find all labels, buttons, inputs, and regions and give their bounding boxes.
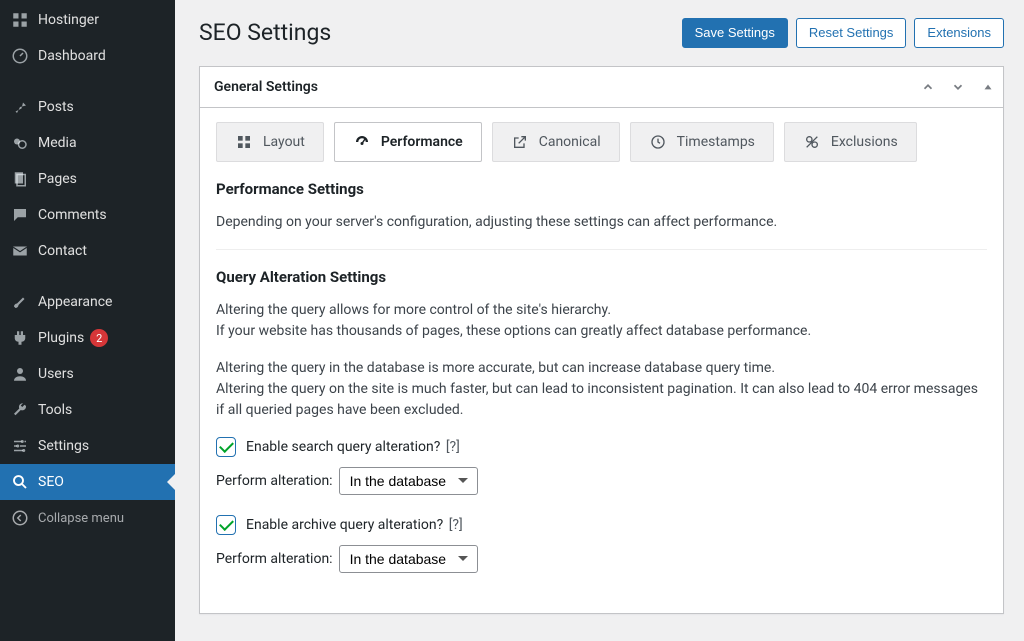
sidebar-item-dashboard[interactable]: Dashboard	[0, 38, 175, 74]
query-desc-block2: Altering the query in the database is mo…	[216, 358, 987, 421]
sidebar-item-label: Comments	[38, 207, 107, 223]
search-query-alteration-row: Enable search query alteration? [?]	[216, 437, 987, 457]
dashboard-icon	[10, 46, 30, 66]
collapse-icon	[10, 508, 30, 528]
external-icon	[511, 133, 529, 151]
main-content: SEO Settings Save Settings Reset Setting…	[175, 0, 1024, 641]
general-settings-postbox: General Settings Layout Performance Cano…	[199, 66, 1004, 614]
tab-label: Canonical	[539, 134, 601, 150]
comments-icon	[10, 205, 30, 225]
enable-archive-query-checkbox[interactable]	[216, 515, 236, 535]
reset-settings-button[interactable]: Reset Settings	[796, 18, 907, 48]
sidebar-item-label: Users	[38, 366, 74, 382]
layout-icon	[235, 133, 253, 151]
tab-timestamps[interactable]: Timestamps	[630, 122, 774, 162]
brush-icon	[10, 292, 30, 312]
archive-query-alteration-select[interactable]: In the database	[339, 545, 478, 573]
query-p4: Altering the query on the site is much f…	[216, 381, 978, 418]
plugin-update-badge: 2	[90, 329, 108, 347]
sidebar-item-label: Settings	[38, 438, 89, 454]
search-query-select-row: Perform alteration: In the database	[216, 467, 987, 495]
tab-label: Layout	[263, 134, 305, 150]
sidebar-item-label: Appearance	[38, 294, 112, 310]
exclusions-icon	[803, 133, 821, 151]
sidebar-item-hostinger[interactable]: Hostinger	[0, 2, 175, 38]
sidebar-item-label: Posts	[38, 99, 74, 115]
help-link[interactable]: [?]	[446, 439, 460, 455]
envelope-icon	[10, 241, 30, 261]
performance-settings-desc: Depending on your server's configuration…	[216, 212, 987, 233]
page-header: SEO Settings Save Settings Reset Setting…	[199, 18, 1004, 48]
sidebar-item-label: Media	[38, 135, 77, 151]
archive-query-select-row: Perform alteration: In the database	[216, 545, 987, 573]
hostinger-icon	[10, 10, 30, 30]
sidebar-item-appearance[interactable]: Appearance	[0, 284, 175, 320]
perform-alteration-label: Perform alteration:	[216, 551, 333, 567]
section-divider	[216, 249, 987, 250]
archive-query-alteration-row: Enable archive query alteration? [?]	[216, 515, 987, 535]
query-p2: If your website has thousands of pages, …	[216, 323, 811, 339]
enable-search-query-checkbox[interactable]	[216, 437, 236, 457]
sidebar-item-label: Hostinger	[38, 12, 99, 28]
query-desc-block1: Altering the query allows for more contr…	[216, 300, 987, 342]
sidebar-item-label: Dashboard	[38, 48, 106, 64]
move-up-button[interactable]	[913, 69, 943, 105]
user-icon	[10, 364, 30, 384]
sidebar-item-media[interactable]: Media	[0, 125, 175, 161]
extensions-button[interactable]: Extensions	[914, 18, 1004, 48]
wrench-icon	[10, 400, 30, 420]
plugin-icon	[10, 328, 30, 348]
settings-tabs: Layout Performance Canonical Timestamps …	[216, 122, 987, 162]
tab-label: Performance	[381, 134, 463, 150]
query-p1: Altering the query allows for more contr…	[216, 302, 611, 318]
sidebar-item-settings[interactable]: Settings	[0, 428, 175, 464]
postbox-header: General Settings	[200, 67, 1003, 108]
sidebar-item-contact[interactable]: Contact	[0, 233, 175, 269]
help-link[interactable]: [?]	[449, 517, 463, 533]
query-p3: Altering the query in the database is mo…	[216, 360, 775, 376]
sidebar-item-users[interactable]: Users	[0, 356, 175, 392]
sidebar-item-comments[interactable]: Comments	[0, 197, 175, 233]
move-down-button[interactable]	[943, 69, 973, 105]
search-query-alteration-select[interactable]: In the database	[339, 467, 478, 495]
enable-search-query-label: Enable search query alteration? [?]	[246, 439, 460, 455]
search-icon	[10, 472, 30, 492]
sidebar-item-label: Plugins	[38, 330, 84, 346]
tab-layout[interactable]: Layout	[216, 122, 324, 162]
sidebar-item-plugins[interactable]: Plugins 2	[0, 320, 175, 356]
sidebar-item-label: Tools	[38, 402, 72, 418]
pages-icon	[10, 169, 30, 189]
clock-icon	[649, 133, 667, 151]
perform-alteration-label: Perform alteration:	[216, 473, 333, 489]
query-alteration-heading: Query Alteration Settings	[216, 268, 987, 286]
postbox-body: Layout Performance Canonical Timestamps …	[200, 108, 1003, 613]
tab-label: Exclusions	[831, 134, 898, 150]
sidebar-collapse[interactable]: Collapse menu	[0, 500, 175, 536]
sidebar-item-label: Contact	[38, 243, 87, 259]
sliders-icon	[10, 436, 30, 456]
sidebar-item-label: Pages	[38, 171, 77, 187]
enable-archive-query-label: Enable archive query alteration? [?]	[246, 517, 463, 533]
sidebar-item-posts[interactable]: Posts	[0, 89, 175, 125]
sidebar-item-label: Collapse menu	[38, 511, 124, 526]
tab-performance[interactable]: Performance	[334, 122, 482, 162]
admin-sidebar: Hostinger Dashboard Posts Media Pages Co…	[0, 0, 175, 641]
toggle-panel-button[interactable]	[973, 69, 1003, 105]
tab-label: Timestamps	[677, 134, 755, 150]
tab-canonical[interactable]: Canonical	[492, 122, 620, 162]
sidebar-item-label: SEO	[38, 474, 64, 490]
pin-icon	[10, 97, 30, 117]
postbox-title: General Settings	[200, 67, 913, 107]
gauge-icon	[353, 133, 371, 151]
performance-settings-heading: Performance Settings	[216, 180, 987, 198]
save-settings-button[interactable]: Save Settings	[682, 18, 788, 48]
tab-exclusions[interactable]: Exclusions	[784, 122, 917, 162]
page-title: SEO Settings	[199, 19, 674, 46]
sidebar-item-seo[interactable]: SEO	[0, 464, 175, 500]
sidebar-item-tools[interactable]: Tools	[0, 392, 175, 428]
sidebar-item-pages[interactable]: Pages	[0, 161, 175, 197]
media-icon	[10, 133, 30, 153]
